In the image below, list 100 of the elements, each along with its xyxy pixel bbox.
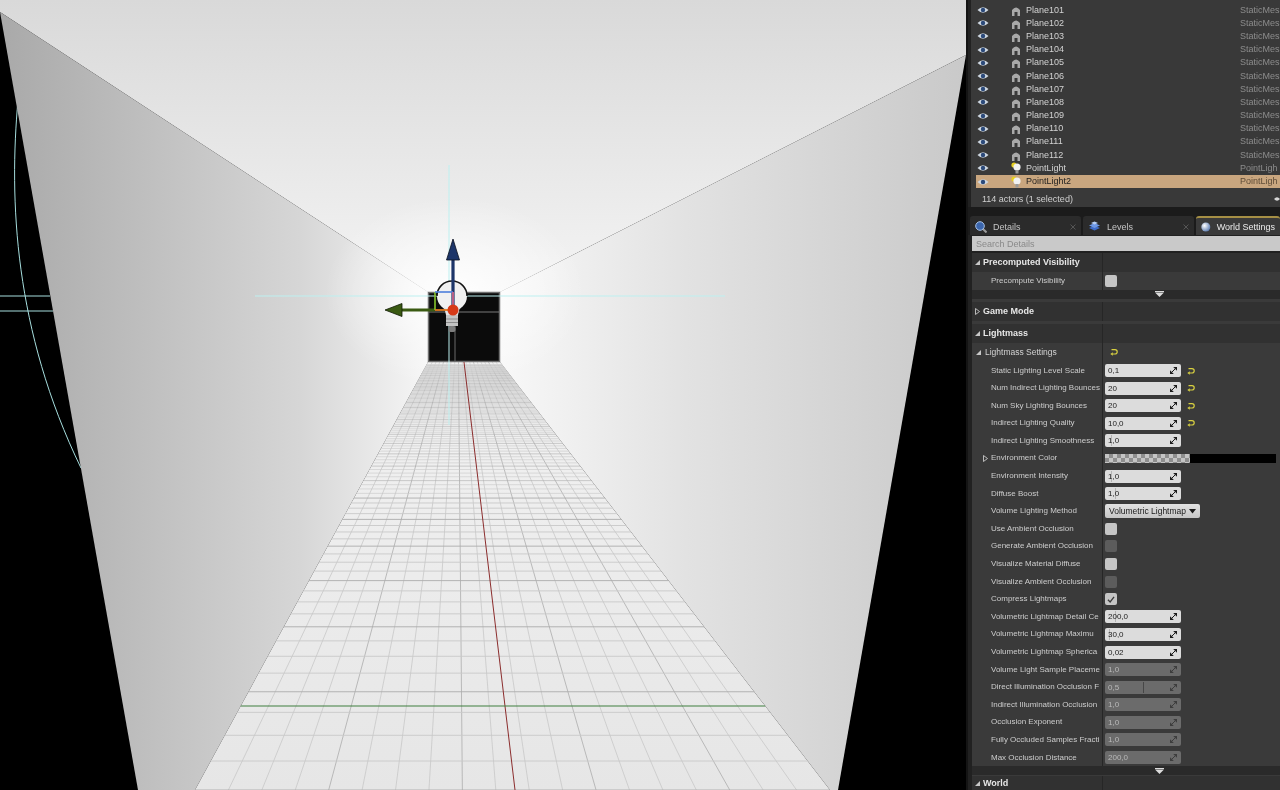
resize-arrows-icon [1170, 613, 1177, 621]
resize-arrows-icon [1170, 754, 1177, 762]
reset-arrow-icon[interactable] [1187, 366, 1195, 375]
category-header[interactable]: Precomputed Visibility [972, 253, 1280, 273]
number-field[interactable]: 1,0 [1105, 469, 1181, 483]
eye-icon[interactable] [977, 177, 989, 186]
outliner-row[interactable]: PointLight2 PointLigh [976, 174, 1280, 189]
actor-name: PointLight2 [1025, 176, 1073, 188]
outliner-row[interactable]: Plane108 StaticMes [976, 95, 1280, 109]
magnifier-icon [975, 220, 987, 233]
category-header[interactable]: Game Mode [972, 301, 1280, 321]
number-field[interactable]: 0,1 [1105, 364, 1181, 377]
light-bulb-icon[interactable] [436, 279, 468, 334]
tab[interactable]: Details [970, 216, 1081, 236]
eye-icon[interactable] [977, 124, 989, 133]
outliner-row[interactable]: Plane109 StaticMes [976, 109, 1280, 123]
light-bulb-icon [1011, 162, 1022, 175]
resize-arrows-icon [1170, 367, 1177, 374]
outliner-row[interactable]: Plane110 StaticMes [976, 122, 1280, 136]
eye-icon[interactable] [977, 45, 989, 54]
caret-icon[interactable] [1155, 291, 1164, 298]
eye-icon[interactable] [977, 164, 989, 173]
outliner-row[interactable]: Plane103 StaticMes [976, 29, 1280, 44]
property-label: Generate Ambient Occlusion [991, 541, 1093, 552]
actor-type: StaticMes [1240, 17, 1280, 29]
eye-icon[interactable] [977, 58, 989, 67]
eye-icon[interactable] [977, 98, 989, 107]
resize-arrows-icon [1170, 701, 1177, 709]
guide-line [0, 310, 54, 312]
reset-arrow-icon[interactable] [1187, 419, 1195, 428]
arch-icon [1011, 57, 1021, 69]
actor-name: Plane102 [1025, 17, 1066, 29]
number-field[interactable]: 20 [1105, 399, 1181, 413]
eye-icon[interactable] [977, 19, 989, 28]
outliner-row[interactable]: Plane111 StaticMes [976, 135, 1280, 149]
caret-icon[interactable] [1155, 767, 1164, 774]
outliner-row[interactable]: PointLight PointLigh [976, 161, 1280, 175]
outliner-row[interactable]: Plane107 StaticMes [976, 82, 1280, 96]
triangle-icon[interactable] [975, 780, 980, 786]
eye-icon[interactable] [977, 32, 989, 41]
property-label: Precompute Visibility [991, 275, 1066, 286]
transform-gizmo[interactable] [383, 237, 463, 319]
eye-icon[interactable] [977, 151, 989, 160]
triangle-icon[interactable] [975, 307, 980, 315]
eye-icon[interactable] [977, 111, 989, 120]
dropdown[interactable]: Volumetric Lightmap [1105, 504, 1200, 519]
actor-type: StaticMes [1240, 70, 1280, 82]
triangle-icon[interactable] [975, 330, 980, 336]
number-field[interactable]: 30,0 [1105, 627, 1181, 641]
outliner-row[interactable]: Plane105 StaticMes [976, 56, 1280, 70]
number-field[interactable]: 10,0 [1105, 416, 1181, 430]
resize-arrows-icon [1170, 683, 1177, 691]
actor-type: StaticMes [1240, 136, 1280, 148]
number-field[interactable]: 20 [1105, 381, 1181, 395]
color-swatch[interactable] [1190, 454, 1276, 463]
eye-icon[interactable] [1274, 196, 1280, 203]
checkbox[interactable] [1105, 593, 1117, 606]
reset-arrow-icon[interactable] [1110, 348, 1118, 357]
arch-icon [1011, 123, 1021, 135]
property-label: Static Lighting Level Scale [991, 365, 1085, 376]
triangle-icon[interactable] [976, 349, 981, 355]
caret-icon [1189, 508, 1196, 514]
actor-count: 114 actors (1 selected) [982, 194, 1073, 205]
outliner-row[interactable]: Plane112 StaticMes [976, 148, 1280, 162]
property-label: Max Occlusion Distance [991, 752, 1077, 763]
number-field[interactable]: 200,0 [1105, 610, 1181, 624]
actor-type: StaticMes [1240, 110, 1280, 122]
actor-name: Plane107 [1025, 83, 1066, 95]
reset-arrow-icon[interactable] [1187, 384, 1195, 393]
resize-arrows-icon [1170, 666, 1177, 674]
property-label: Compress Lightmaps [991, 594, 1067, 605]
checkbox[interactable] [1105, 274, 1117, 287]
triangle-icon[interactable] [975, 260, 980, 266]
property-label: Fully Occluded Samples Fracti [991, 735, 1100, 745]
property-label: Visualize Material Diffuse [991, 559, 1081, 570]
arch-icon [1011, 110, 1021, 122]
category-header[interactable]: Lightmass [972, 323, 1280, 343]
triangle-icon[interactable] [983, 455, 988, 462]
eye-icon[interactable] [977, 72, 989, 81]
eye-icon[interactable] [977, 137, 989, 146]
number-field[interactable]: 1,0 [1105, 487, 1181, 501]
category-header[interactable]: World [972, 776, 1280, 790]
outliner-row[interactable]: Plane102 StaticMes [976, 16, 1280, 30]
resize-arrows-icon [1170, 402, 1177, 410]
checkbox[interactable] [1105, 558, 1117, 571]
eye-icon[interactable] [977, 6, 989, 15]
number-field[interactable]: 0,02 [1105, 645, 1181, 659]
eye-icon[interactable] [977, 85, 989, 94]
outliner-row[interactable]: Plane106 StaticMes [976, 69, 1280, 83]
outliner-row[interactable]: Plane101 StaticMes [976, 3, 1280, 17]
property-label: Volumetric Lightmap Detail Ce [991, 611, 1099, 622]
tab[interactable]: World Settings [1196, 216, 1280, 236]
resize-arrows-icon [1170, 472, 1177, 480]
number-field[interactable]: 1,0 [1105, 434, 1181, 448]
reset-arrow-icon[interactable] [1187, 401, 1195, 410]
checkbox[interactable] [1105, 522, 1117, 535]
resize-arrows-icon [1170, 437, 1177, 445]
actor-name: Plane111 [1025, 136, 1064, 148]
tab[interactable]: Levels [1083, 216, 1194, 236]
outliner-row[interactable]: Plane104 StaticMes [976, 43, 1280, 57]
